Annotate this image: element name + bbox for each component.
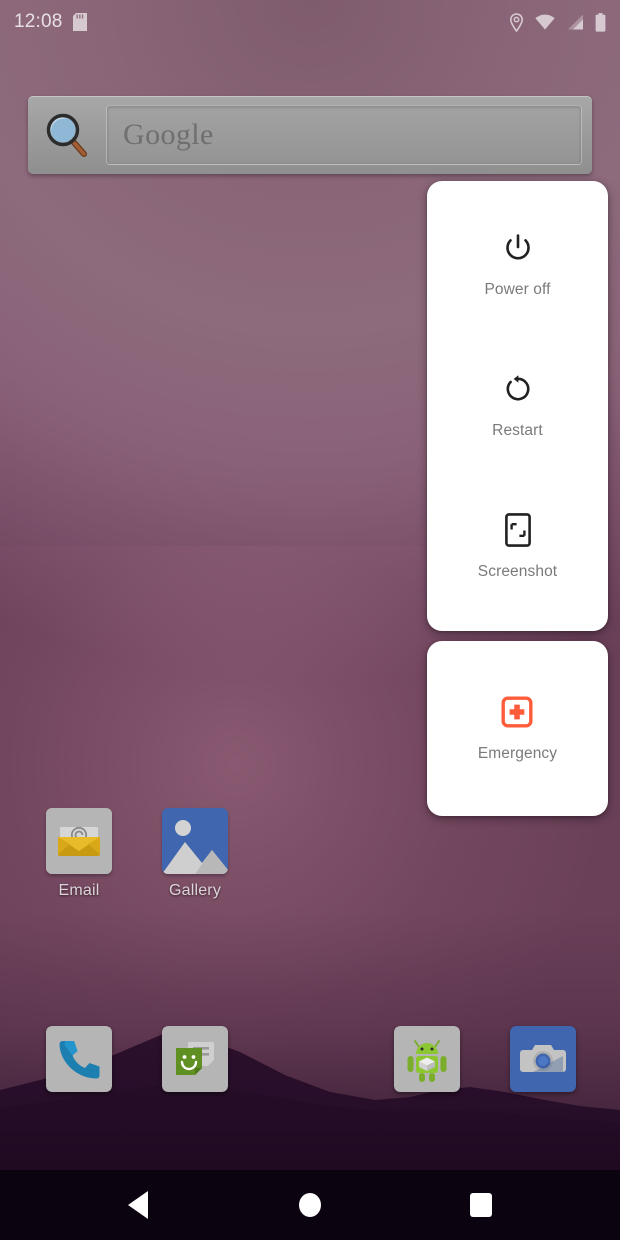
app-email-label: Email (58, 882, 100, 899)
back-icon (128, 1191, 148, 1219)
gallery-icon (162, 808, 228, 874)
location-icon (509, 12, 524, 32)
android-home-screen: 12:08 Google Power off Restart Screensho… (0, 0, 620, 1240)
power-menu-card: Power off Restart Screenshot (427, 181, 608, 631)
restart-label: Restart (492, 421, 543, 439)
dock-app-camera[interactable] (510, 1026, 576, 1092)
emergency-button[interactable]: Emergency (478, 689, 557, 769)
screenshot-label: Screenshot (477, 562, 558, 580)
recents-icon (470, 1193, 492, 1217)
power-menu: Power off Restart Screenshot Emergency (427, 181, 608, 816)
navigation-bar (0, 1170, 620, 1240)
dock (0, 1026, 620, 1096)
emergency-label: Emergency (477, 744, 558, 762)
screenshot-button[interactable]: Screenshot (427, 507, 608, 587)
back-button[interactable] (98, 1170, 178, 1240)
emergency-cross-icon (501, 695, 533, 729)
power-icon (502, 231, 534, 265)
status-clock: 12:08 (14, 11, 63, 32)
restart-button[interactable]: Restart (427, 366, 608, 446)
status-bar-right (509, 12, 606, 32)
app-email[interactable]: Email (21, 808, 137, 900)
sd-card-icon (72, 13, 87, 31)
wifi-icon (535, 14, 555, 30)
status-bar-left: 12:08 (14, 11, 87, 33)
battery-icon (595, 12, 606, 32)
dock-app-messaging[interactable] (162, 1026, 228, 1092)
app-gallery-label: Gallery (168, 882, 222, 899)
search-placeholder: Google (123, 118, 214, 151)
home-button[interactable] (270, 1170, 350, 1240)
search-input[interactable]: Google (106, 105, 582, 165)
home-icon (299, 1193, 321, 1217)
app-gallery[interactable]: Gallery (137, 808, 253, 900)
emergency-card: Emergency (427, 641, 608, 816)
recents-button[interactable] (441, 1170, 521, 1240)
status-bar: 12:08 (0, 0, 620, 44)
dock-app-phone[interactable] (46, 1026, 112, 1092)
dock-app-all-apps[interactable] (394, 1026, 460, 1092)
power-off-button[interactable]: Power off (427, 225, 608, 305)
screenshot-icon (504, 512, 531, 547)
email-icon (46, 808, 112, 874)
restart-icon (503, 372, 533, 406)
power-off-label: Power off (484, 281, 551, 299)
home-app-row: Email Gallery (0, 808, 620, 928)
google-search-widget[interactable]: Google (28, 96, 592, 174)
magnifier-icon[interactable] (36, 105, 100, 165)
cellular-signal-icon (566, 14, 584, 30)
